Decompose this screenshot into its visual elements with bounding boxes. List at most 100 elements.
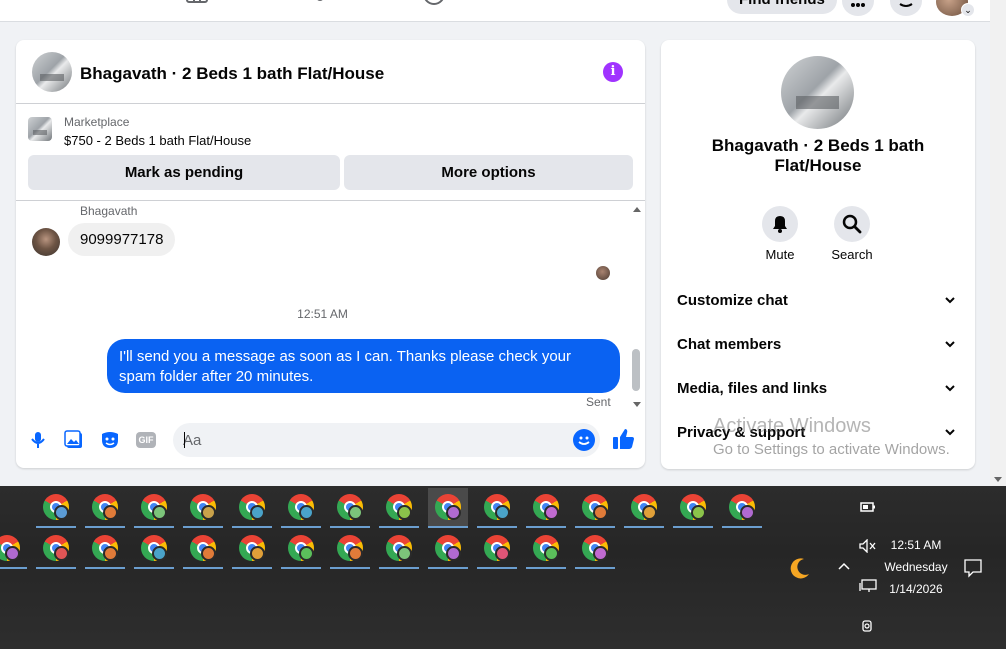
speaker-muted-icon[interactable]	[859, 539, 877, 553]
chrome-profile-taskbar-icon[interactable]	[232, 529, 272, 569]
search-action[interactable]: Search	[822, 206, 882, 262]
chrome-profile-taskbar-icon[interactable]	[575, 529, 615, 569]
thumbs-up-icon[interactable]	[611, 427, 635, 451]
mute-action[interactable]: Mute	[750, 206, 810, 262]
network-icon[interactable]	[859, 579, 877, 593]
chrome-profile-taskbar-icon[interactable]	[36, 529, 76, 569]
chrome-profile-taskbar-icon[interactable]	[134, 488, 174, 528]
section-label: Customize chat	[677, 292, 788, 309]
clock-time[interactable]: 12:51 AM	[876, 538, 956, 552]
notifications-button[interactable]	[890, 0, 922, 16]
microphone-icon[interactable]	[28, 430, 48, 450]
groups-nav-icon[interactable]	[304, 0, 326, 6]
chrome-profile-taskbar-icon[interactable]	[722, 488, 762, 528]
gif-button[interactable]: GIF	[136, 432, 156, 448]
profile-badge-icon	[299, 505, 314, 520]
chrome-profile-taskbar-icon[interactable]	[428, 529, 468, 569]
mark-as-pending-button[interactable]: Mark as pending	[28, 155, 340, 190]
profile-badge-icon	[299, 546, 314, 561]
chrome-profile-taskbar-icon[interactable]	[281, 488, 321, 528]
chrome-profile-taskbar-icon[interactable]	[183, 529, 223, 569]
battery-icon[interactable]	[860, 501, 876, 513]
chevron-down-icon	[945, 385, 955, 392]
chrome-profile-taskbar-icon[interactable]	[428, 488, 468, 528]
chrome-profile-taskbar-icon[interactable]	[575, 488, 615, 528]
profile-badge-icon	[348, 546, 363, 561]
chevron-up-icon[interactable]	[837, 561, 851, 571]
listing-thumbnail[interactable]	[32, 52, 72, 92]
profile-nav-icon[interactable]	[423, 0, 445, 6]
chevron-down-icon	[945, 341, 955, 348]
chrome-profile-taskbar-icon[interactable]	[36, 488, 76, 528]
profile-badge-icon	[250, 505, 265, 520]
mute-button[interactable]	[762, 206, 798, 242]
scroll-down-arrow-icon[interactable]	[994, 477, 1002, 482]
chrome-profile-taskbar-icon[interactable]	[232, 488, 272, 528]
more-options-button[interactable]: More options	[344, 155, 633, 190]
marketplace-nav-icon[interactable]	[186, 0, 208, 6]
chat-title[interactable]: Bhagavath · 2 Beds 1 bath Flat/House	[80, 64, 384, 84]
messages-scrollbar[interactable]	[629, 201, 645, 411]
clock-date[interactable]: 1/14/2026	[876, 582, 956, 596]
running-indicator	[36, 526, 76, 528]
marketplace-label: Marketplace	[64, 115, 130, 129]
chrome-profile-taskbar-icon[interactable]	[330, 488, 370, 528]
chrome-profile-taskbar-icon[interactable]	[526, 488, 566, 528]
chrome-profile-taskbar-icon[interactable]	[183, 488, 223, 528]
chrome-profile-taskbar-icon[interactable]	[85, 488, 125, 528]
running-indicator	[183, 526, 223, 528]
chrome-profile-taskbar-icon[interactable]	[526, 529, 566, 569]
emoji-icon[interactable]	[573, 429, 595, 451]
scroll-down-arrow-icon[interactable]	[633, 402, 641, 407]
info-icon[interactable]: i	[603, 62, 623, 82]
activate-windows-hint: Go to Settings to activate Windows.	[713, 441, 950, 458]
section-media-files-links[interactable]: Media, files and links	[661, 371, 975, 407]
running-indicator	[134, 526, 174, 528]
profile-badge-icon	[201, 505, 216, 520]
chrome-profile-taskbar-icon[interactable]	[379, 488, 419, 528]
chrome-profile-taskbar-icon[interactable]	[624, 488, 664, 528]
chat-header: Bhagavath · 2 Beds 1 bath Flat/House i	[16, 40, 645, 104]
running-indicator	[379, 526, 419, 528]
listing-small-thumbnail	[28, 117, 52, 141]
marketplace-listing-row[interactable]: Marketplace $750 - 2 Beds 1 bath Flat/Ho…	[16, 104, 645, 154]
running-indicator	[673, 526, 713, 528]
chrome-profile-taskbar-icon[interactable]	[0, 529, 27, 569]
clock-day[interactable]: Wednesday	[876, 560, 956, 574]
message-timestamp: 12:51 AM	[297, 307, 348, 321]
scroll-up-arrow-icon[interactable]	[633, 207, 641, 212]
sender-avatar[interactable]	[32, 228, 60, 256]
menu-button[interactable]	[842, 0, 874, 16]
chrome-profile-taskbar-icon[interactable]	[85, 529, 125, 569]
account-chevron-down-icon[interactable]: ⌄	[961, 3, 975, 17]
sticker-icon[interactable]	[100, 430, 120, 450]
chrome-profile-taskbar-icon[interactable]	[281, 529, 321, 569]
chrome-profile-taskbar-icon[interactable]	[477, 488, 517, 528]
listing-profile-image[interactable]	[781, 56, 854, 129]
section-chat-members[interactable]: Chat members	[661, 327, 975, 363]
chrome-profile-taskbar-icon[interactable]	[673, 488, 713, 528]
find-friends-button[interactable]: Find friends	[727, 0, 837, 14]
incoming-message-bubble[interactable]: 9099977178	[68, 223, 176, 256]
grid-menu-icon	[851, 3, 865, 7]
scrollbar-thumb[interactable]	[632, 349, 640, 391]
photo-gallery-icon[interactable]	[64, 430, 84, 450]
section-customize-chat[interactable]: Customize chat	[661, 283, 975, 319]
search-button[interactable]	[834, 206, 870, 242]
chrome-profile-taskbar-icon[interactable]	[330, 529, 370, 569]
running-indicator	[575, 526, 615, 528]
night-light-moon-icon[interactable]	[788, 556, 812, 580]
message-composer: GIF	[16, 418, 645, 462]
chrome-profile-taskbar-icon[interactable]	[134, 529, 174, 569]
chrome-profile-taskbar-icon[interactable]	[379, 529, 419, 569]
outgoing-message-bubble[interactable]: I'll send you a message as soon as I can…	[107, 339, 620, 393]
page-scrollbar[interactable]	[990, 0, 1006, 486]
message-input[interactable]	[183, 423, 563, 457]
message-input-container[interactable]	[173, 423, 600, 457]
profile-badge-icon	[740, 505, 755, 520]
action-center-notification-icon[interactable]	[963, 558, 983, 578]
meet-now-icon[interactable]	[860, 618, 876, 634]
search-icon	[842, 214, 862, 234]
bell-icon	[773, 216, 787, 233]
chrome-profile-taskbar-icon[interactable]	[477, 529, 517, 569]
